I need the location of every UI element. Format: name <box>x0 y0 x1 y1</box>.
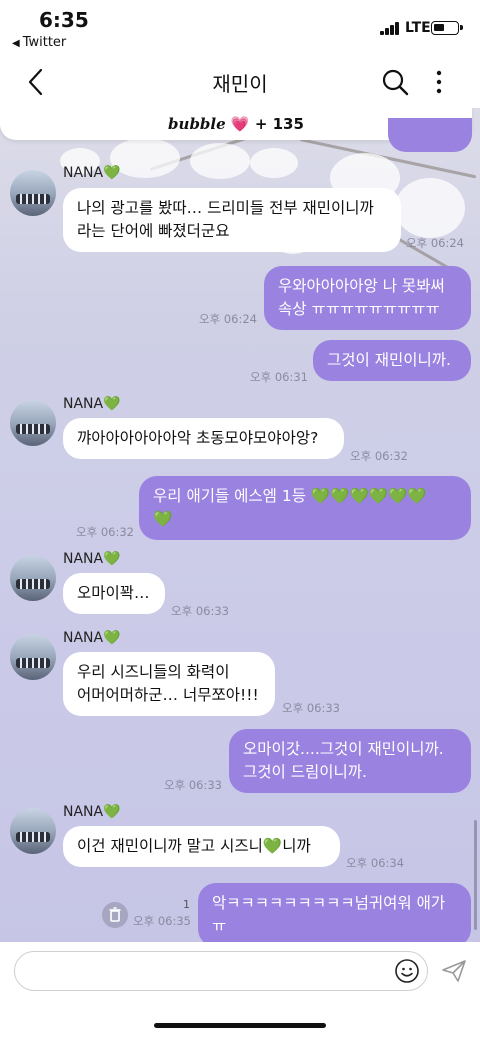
message-text: 우리 애기들 에스엠 1등 <box>153 487 306 505</box>
message-bubble-outgoing[interactable]: 악ㅋㅋㅋㅋㅋㅋㅋㅋㅋ넘귀여워 애가ㅠ <box>198 883 471 942</box>
back-triangle-icon: ◀ <box>12 38 20 49</box>
home-indicator <box>154 1023 326 1028</box>
message-time: 오후 06:32 <box>76 525 134 539</box>
message-bubble-outgoing[interactable]: 우리 애기들 에스엠 1등 💚💚💚💚💚💚 💚 <box>139 476 471 540</box>
green-heart-icon: 💚 <box>103 630 121 646</box>
send-icon[interactable] <box>440 958 468 984</box>
sender-name: NANA💚 <box>63 396 121 412</box>
message-bubble-incoming[interactable]: 우리 시즈니들의 화력이 어머어머하군… 너무쪼아!!! <box>63 652 275 716</box>
status-bar: 6:35 ◀ Twitter LTE <box>0 0 480 56</box>
green-heart-icon: 💚 <box>103 165 121 181</box>
message-time: 오후 06:32 <box>350 449 408 463</box>
back-app-label: Twitter <box>22 35 67 50</box>
message-time: 오후 06:33 <box>164 778 222 792</box>
sender-name: NANA💚 <box>63 165 121 181</box>
message-time: 오후 06:24 <box>406 236 464 250</box>
sender-name: NANA💚 <box>63 551 121 567</box>
message-text: 이건 재민이니까 말고 시즈니 <box>77 837 263 855</box>
message-bubble-incoming[interactable]: 꺄아아아아아아악 초동모야모야아앙? <box>63 418 344 459</box>
message-bubble-partial[interactable] <box>388 118 472 152</box>
sender-name: NANA💚 <box>63 630 121 646</box>
composer <box>0 942 480 1039</box>
green-heart-icon: 💚 <box>153 510 173 528</box>
message-text: 니까 <box>282 837 311 855</box>
green-heart-icon: 💚 <box>103 804 121 820</box>
network-label: LTE <box>405 20 431 36</box>
avatar[interactable] <box>10 808 56 854</box>
back-to-app-link[interactable]: ◀ Twitter <box>12 35 66 50</box>
green-heart-icon: 💚 <box>103 396 121 412</box>
search-icon[interactable] <box>381 68 409 96</box>
emoji-icon[interactable] <box>394 958 420 984</box>
avatar[interactable] <box>10 634 56 680</box>
message-input[interactable] <box>14 951 428 991</box>
sender-name: NANA💚 <box>63 804 121 820</box>
message-bubble-incoming[interactable]: 나의 광고를 봤따… 드리미들 전부 재민이니까 라는 단어에 빠졌더군요 <box>63 188 401 252</box>
avatar[interactable] <box>10 555 56 601</box>
message-time: 오후 06:33 <box>282 701 340 715</box>
avatar[interactable] <box>10 400 56 446</box>
battery-icon <box>431 21 463 35</box>
chat-header: 재민이 <box>0 56 480 108</box>
signal-icon <box>380 21 400 35</box>
avatar[interactable] <box>10 170 56 216</box>
delete-button[interactable] <box>102 902 128 928</box>
pink-heart-icon: 💗 <box>230 115 250 133</box>
chat-area[interactable]: bubble 💗 + 135 NANA💚 나의 광고를 봤따… 드리미들 전부 … <box>0 108 480 942</box>
message-bubble-incoming[interactable]: 오마이꽉… <box>63 573 165 614</box>
message-time: 오후 06:33 <box>171 604 229 618</box>
message-time: 오후 06:24 <box>199 312 257 326</box>
more-options-icon[interactable] <box>427 68 451 96</box>
message-time: 오후 06:35 <box>133 914 191 928</box>
scrollbar[interactable] <box>474 820 477 930</box>
green-hearts-row: 💚💚💚💚💚💚 <box>310 487 427 505</box>
unread-count: 1 <box>183 898 190 911</box>
message-bubble-incoming[interactable]: 이건 재민이니까 말고 시즈니💚니까 <box>63 826 340 867</box>
message-time: 오후 06:34 <box>346 856 404 870</box>
status-time: 6:35 <box>39 8 89 32</box>
trash-icon <box>109 907 121 922</box>
message-bubble-outgoing[interactable]: 우와아아아아앙 나 못봐써 속상 ㅠㅠㅠㅠㅠㅠㅠㅠㅠ <box>264 266 471 330</box>
message-bubble-outgoing[interactable]: 그것이 재민이니까. <box>313 340 471 381</box>
green-heart-icon: 💚 <box>262 837 283 855</box>
green-heart-icon: 💚 <box>103 551 121 567</box>
bubble-brand: bubble <box>168 115 226 133</box>
message-bubble-outgoing[interactable]: 오마이갓....그것이 재민이니까. 그것이 드림이니까. <box>229 729 471 793</box>
message-time: 오후 06:31 <box>250 370 308 384</box>
bubble-count: + 135 <box>254 115 304 133</box>
